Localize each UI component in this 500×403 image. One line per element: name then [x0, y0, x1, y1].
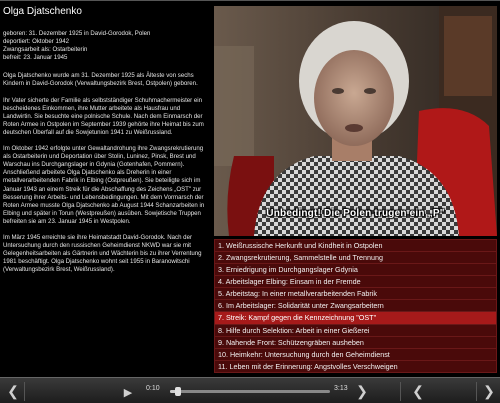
chapter-item[interactable]: 6. Im Arbeitslager: Solidarität unter Zw…: [215, 300, 496, 313]
chapter-item[interactable]: 9. Nahende Front: Schützengräben aushebe…: [215, 337, 496, 349]
chapter-item[interactable]: 1. Weißrussische Herkunft und Kindheit i…: [215, 240, 496, 253]
chapter-item-active[interactable]: 7. Streik: Kampf gegen die Kennzeichnung…: [215, 312, 496, 325]
person-name: Olga Djatschenko: [3, 6, 82, 17]
fact-forced-labor: Zwangsarbeit als: Ostarbeiterin: [3, 46, 88, 54]
biography-paragraph: Ihr Vater sicherte der Familie als selbs…: [3, 96, 204, 136]
play-icon: ▶: [123, 387, 133, 399]
chevron-right-icon: ❯: [356, 383, 368, 399]
video-still-image: [214, 6, 497, 236]
current-time: 0:10: [146, 385, 160, 392]
chapter-item[interactable]: 2. Zwangsrekrutierung, Sammelstelle und …: [215, 252, 496, 265]
video-frame[interactable]: Unbedingt! Die Polen trugen ein „P": [214, 6, 497, 236]
fact-liberated: befreit: 23. Januar 1945: [3, 54, 68, 62]
biography-panel: Olga Djatschenko geboren: 31. Dezember 1…: [3, 6, 211, 376]
biography-paragraph: Olga Djatschenko wurde am 31. Dezember 1…: [3, 72, 198, 88]
player-control-bar: ❮ ▶ 0:10 3:13 ❯ ❮ ❯: [0, 377, 500, 403]
previous-page-button[interactable]: ❮: [4, 378, 22, 403]
chevron-right-icon: ❯: [483, 383, 495, 399]
chapter-item[interactable]: 8. Hilfe durch Selektion: Arbeit in eine…: [215, 325, 496, 337]
chevron-left-icon: ❮: [7, 383, 19, 399]
play-button[interactable]: ▶: [120, 378, 136, 403]
chapter-item[interactable]: 11. Leben mit der Erinnerung: Angstvolle…: [215, 361, 496, 373]
player-window: Olga Djatschenko geboren: 31. Dezember 1…: [0, 0, 500, 403]
progress-handle[interactable]: [175, 387, 182, 396]
fact-born: geboren: 31. Dezember 1925 in David-Goro…: [3, 30, 151, 37]
biography-paragraph: Im Oktober 1942 erfolgte unter Gewaltand…: [3, 145, 205, 225]
duration-time: 3:13: [334, 385, 348, 392]
chevron-left-icon: ❮: [412, 383, 424, 399]
biography-facts: geboren: 31. Dezember 1925 in David-Goro…: [3, 30, 211, 62]
progress-slider[interactable]: [170, 387, 330, 396]
biography-paragraph: Im März 1945 erreichte sie ihre Heimatst…: [3, 233, 202, 274]
chapter-item[interactable]: 3. Erniedrigung im Durchgangslager Gdyni…: [215, 264, 496, 277]
next-chapter-button[interactable]: ❯: [354, 378, 370, 403]
previous-chapter-button[interactable]: ❮: [410, 378, 426, 403]
chapter-item[interactable]: 4. Arbeitslager Elbing: Einsam in der Fr…: [215, 276, 496, 289]
fact-deported: deportiert: Oktober 1942: [3, 38, 70, 46]
divider: [24, 382, 25, 401]
chapter-list: 1. Weißrussische Herkunft und Kindheit i…: [214, 239, 497, 373]
chapter-item[interactable]: 10. Heimkehr: Untersuchung durch den Geh…: [215, 349, 496, 361]
next-page-button[interactable]: ❯: [480, 378, 498, 403]
divider: [476, 382, 477, 401]
video-subtitle: Unbedingt! Die Polen trugen ein „P": [266, 208, 445, 219]
chapter-item[interactable]: 5. Arbeitstag: In einer metallverarbeite…: [215, 288, 496, 301]
divider: [400, 382, 401, 401]
